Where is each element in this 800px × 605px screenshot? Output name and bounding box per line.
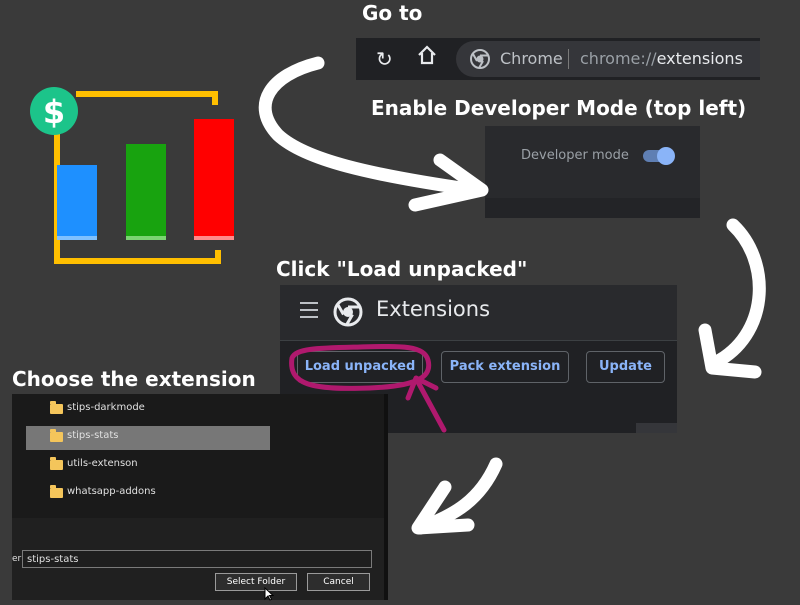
browser-toolbar: ↻ Chrome chrome://extensions [356,38,760,80]
folder-tree: stips-darkmode stips-stats utils-extenso… [12,394,388,518]
load-unpacked-button[interactable]: Load unpacked [297,351,423,383]
folder-item-selected[interactable]: stips-stats [26,426,270,450]
url-text: chrome://extensions [580,49,743,68]
heading-go-to: Go to [362,1,423,25]
dialog-edge [384,394,388,600]
folder-item[interactable]: utils-extenson [26,454,270,478]
dollar-symbol: $ [43,93,65,131]
site-label: Chrome [500,49,563,68]
folder-item[interactable]: whatsapp-addons [26,482,270,506]
update-button[interactable]: Update [586,351,665,383]
folder-icon [50,401,63,414]
developer-mode-label: Developer mode [521,148,629,163]
folder-icon [50,429,63,442]
chrome-logo-icon [333,297,363,331]
extensions-title: Extensions [376,297,491,321]
chrome-logo-icon [470,49,490,73]
reload-icon[interactable]: ↻ [376,47,393,71]
developer-mode-panel: Developer mode [485,126,700,218]
pack-extension-button[interactable]: Pack extension [441,351,569,383]
menu-icon[interactable] [300,302,318,323]
cancel-button[interactable]: Cancel [307,573,370,591]
arrow-to-load-unpacked [698,218,766,379]
folder-icon [50,457,63,470]
address-bar[interactable]: Chrome chrome://extensions [456,41,760,77]
heading-choose-extension: Choose the extension [12,367,256,391]
folder-picker-dialog: stips-darkmode stips-stats utils-extenso… [12,394,388,600]
toggle-knob[interactable] [657,147,675,165]
mouse-cursor-icon [264,586,275,605]
chart-bar-red [194,119,234,240]
arrow-to-dev-mode [258,56,489,212]
chart-bar-blue [57,165,97,240]
folder-name-input[interactable] [22,550,372,568]
folder-icon [50,485,63,498]
arrow-to-file-dialog [411,457,503,535]
select-folder-button[interactable]: Select Folder [215,573,297,591]
stats-logo: $ [22,78,252,278]
chart-bar-green [126,144,166,240]
folder-item[interactable]: stips-darkmode [26,398,270,422]
home-icon[interactable] [416,44,438,71]
panel-footer [485,198,700,218]
heading-click-load-unpacked: Click "Load unpacked" [276,257,528,281]
heading-enable-dev-mode: Enable Developer Mode (top left) [371,96,747,120]
page-corner [636,423,677,433]
address-separator [568,49,569,69]
